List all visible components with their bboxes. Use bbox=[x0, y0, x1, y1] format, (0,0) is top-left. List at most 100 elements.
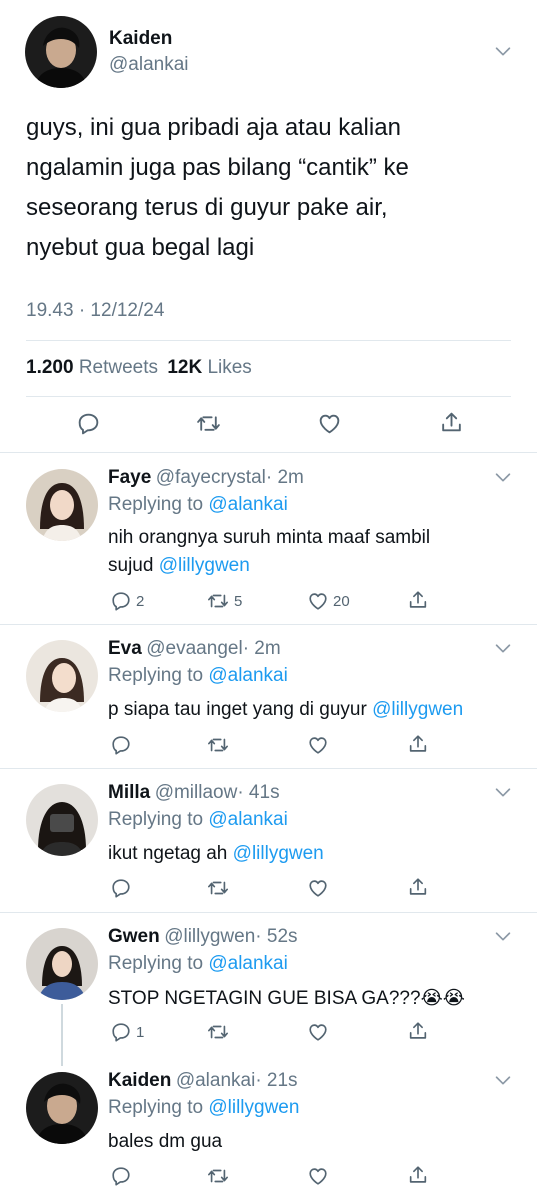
reply-time[interactable]: · 21s bbox=[255, 1070, 297, 1091]
mention-link[interactable]: @lillygwen bbox=[159, 555, 250, 576]
retweet-icon[interactable] bbox=[195, 411, 222, 436]
divider bbox=[26, 340, 511, 341]
engagement-stats: 1.200 Retweets 12K Likes bbox=[26, 357, 252, 379]
retweet-icon[interactable] bbox=[206, 590, 230, 612]
chevron-down-icon[interactable] bbox=[492, 1069, 514, 1091]
share-icon[interactable] bbox=[439, 410, 464, 435]
likes-label[interactable]: Likes bbox=[207, 357, 251, 378]
share-icon[interactable] bbox=[407, 876, 429, 898]
tweet-text-line: seseorang terus di guyur pake air, bbox=[26, 194, 388, 221]
reply-text-line: p siapa tau inget yang di guyur bbox=[108, 699, 373, 720]
reply-author-name[interactable]: Eva bbox=[108, 638, 142, 659]
replying-to-label: Replying to bbox=[108, 1097, 204, 1118]
retweets-count[interactable]: 1.200 bbox=[26, 357, 74, 378]
reply-author-handle[interactable]: @millaow bbox=[155, 782, 238, 803]
reply-icon[interactable] bbox=[110, 1165, 132, 1187]
divider bbox=[0, 768, 537, 769]
replying-to-label: Replying to bbox=[108, 809, 204, 830]
chevron-down-icon[interactable] bbox=[492, 925, 514, 947]
chevron-down-icon[interactable] bbox=[492, 637, 514, 659]
reply-text: bales dm gua bbox=[108, 1128, 222, 1156]
reply-icon[interactable] bbox=[76, 411, 101, 436]
reply-avatar[interactable] bbox=[26, 928, 98, 1000]
reply-avatar[interactable] bbox=[26, 640, 98, 712]
reply-text-line: nih orangnya suruh minta maaf sambil bbox=[108, 527, 431, 548]
like-icon[interactable] bbox=[307, 734, 329, 756]
like-icon[interactable] bbox=[307, 877, 329, 899]
retweet-icon[interactable] bbox=[206, 877, 230, 899]
reply-time[interactable]: · 52s bbox=[255, 926, 297, 947]
tweet-text-line: nyebut gua begal lagi bbox=[26, 234, 255, 261]
share-icon[interactable] bbox=[407, 589, 429, 611]
share-icon[interactable] bbox=[407, 1164, 429, 1186]
retweets-label[interactable]: Retweets bbox=[79, 357, 158, 378]
reply-author-handle[interactable]: @alankai bbox=[176, 1070, 256, 1091]
reply-header: Milla @millaow· 41s bbox=[108, 782, 280, 804]
reply-text: ikut ngetag ah @lillygwen bbox=[108, 840, 324, 868]
reply-avatar[interactable] bbox=[26, 469, 98, 541]
reply-time[interactable]: · 41s bbox=[237, 782, 279, 803]
replying-to-mention[interactable]: @lillygwen bbox=[208, 1097, 299, 1118]
replying-to: Replying to @alankai bbox=[108, 953, 288, 975]
reply-text-line: bales dm gua bbox=[108, 1131, 223, 1152]
divider bbox=[26, 396, 511, 397]
author-handle[interactable]: @alankai bbox=[109, 54, 189, 76]
like-icon[interactable] bbox=[307, 1165, 329, 1187]
reply-author-handle[interactable]: @evaangel bbox=[146, 638, 242, 659]
tweet-text-line: guys, ini gua pribadi aja atau kalian bbox=[26, 114, 401, 141]
reply-text: nih orangnya suruh minta maaf sambil suj… bbox=[108, 524, 430, 580]
reply-avatar[interactable] bbox=[26, 784, 98, 856]
reply-text-line: ikut ngetag ah bbox=[108, 843, 233, 864]
replying-to-mention[interactable]: @alankai bbox=[208, 809, 288, 830]
like-icon[interactable] bbox=[307, 1021, 329, 1043]
reply-author-name[interactable]: Milla bbox=[108, 782, 150, 803]
reply-header: Kaiden @alankai· 21s bbox=[108, 1070, 298, 1092]
tweet-text-line: ngalamin juga pas bilang “cantik” ke bbox=[26, 154, 409, 181]
retweet-icon[interactable] bbox=[206, 734, 230, 756]
like-count: 20 bbox=[333, 593, 350, 610]
author-name[interactable]: Kaiden bbox=[109, 28, 172, 50]
reply-time[interactable]: · 2m bbox=[243, 638, 281, 659]
replying-to-mention[interactable]: @alankai bbox=[208, 665, 288, 686]
crying-face-emoji: 😭😭 bbox=[420, 987, 465, 1009]
replying-to: Replying to @alankai bbox=[108, 665, 288, 687]
share-icon[interactable] bbox=[407, 733, 429, 755]
reply-avatar[interactable] bbox=[26, 1072, 98, 1144]
replying-to-label: Replying to bbox=[108, 665, 204, 686]
author-avatar[interactable] bbox=[25, 16, 97, 88]
tweet-timestamp[interactable]: 19.43 · 12/12/24 bbox=[26, 300, 164, 322]
replying-to-mention[interactable]: @alankai bbox=[208, 953, 288, 974]
reply-count: 1 bbox=[136, 1024, 145, 1041]
reply-author-handle[interactable]: @fayecrystal bbox=[156, 467, 266, 488]
retweet-icon[interactable] bbox=[206, 1021, 230, 1043]
reply-icon[interactable] bbox=[110, 590, 132, 612]
reply-author-name[interactable]: Gwen bbox=[108, 926, 160, 947]
chevron-down-icon[interactable] bbox=[492, 781, 514, 803]
divider bbox=[0, 452, 537, 453]
retweet-icon[interactable] bbox=[206, 1165, 230, 1187]
reply-time[interactable]: · 2m bbox=[266, 467, 304, 488]
replying-to-mention[interactable]: @alankai bbox=[208, 494, 288, 515]
reply-header: Gwen @lillygwen· 52s bbox=[108, 926, 298, 948]
share-icon[interactable] bbox=[407, 1020, 429, 1042]
reply-text: p siapa tau inget yang di guyur @lillygw… bbox=[108, 696, 463, 724]
thread-line bbox=[61, 1004, 63, 1066]
replying-to-label: Replying to bbox=[108, 953, 204, 974]
mention-link[interactable]: @lillygwen bbox=[233, 843, 324, 864]
chevron-down-icon[interactable] bbox=[492, 40, 514, 62]
likes-count[interactable]: 12K bbox=[167, 357, 202, 378]
reply-icon[interactable] bbox=[110, 1021, 132, 1043]
like-icon[interactable] bbox=[317, 411, 342, 436]
divider bbox=[0, 912, 537, 913]
retweet-count: 5 bbox=[234, 593, 243, 610]
reply-author-handle[interactable]: @lillygwen bbox=[164, 926, 255, 947]
chevron-down-icon[interactable] bbox=[492, 466, 514, 488]
reply-author-name[interactable]: Kaiden bbox=[108, 1070, 171, 1091]
reply-icon[interactable] bbox=[110, 734, 132, 756]
reply-icon[interactable] bbox=[110, 877, 132, 899]
reply-author-name[interactable]: Faye bbox=[108, 467, 151, 488]
mention-link[interactable]: @lillygwen bbox=[372, 699, 463, 720]
like-icon[interactable] bbox=[307, 590, 329, 612]
tweet-text: guys, ini gua pribadi aja atau kalian ng… bbox=[26, 108, 409, 268]
reply-header: Eva @evaangel· 2m bbox=[108, 638, 281, 660]
